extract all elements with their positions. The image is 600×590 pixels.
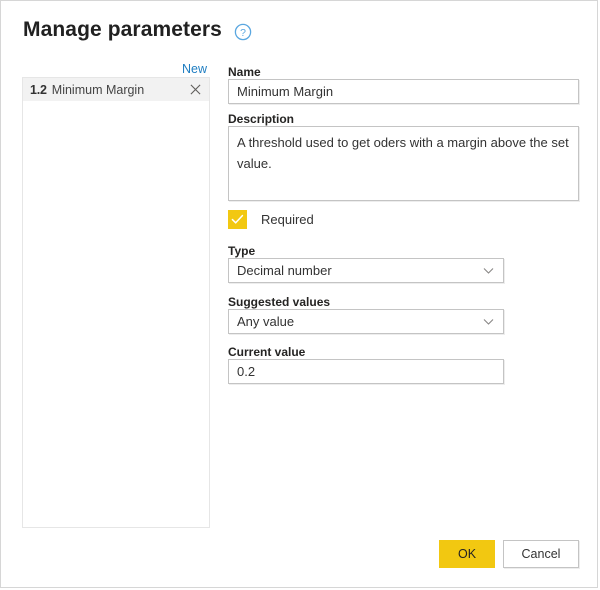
dialog-header: Manage parameters ?	[23, 17, 252, 43]
parameter-list[interactable]: 1.2 Minimum Margin	[22, 77, 210, 528]
checkmark-icon	[231, 214, 244, 224]
current-value-input[interactable]	[228, 359, 504, 384]
decimal-number-type-icon: 1.2	[30, 82, 47, 97]
manage-parameters-dialog: Manage parameters ? New 1.2 Minimum Marg…	[0, 0, 598, 588]
name-label: Name	[228, 65, 261, 79]
list-item[interactable]: 1.2 Minimum Margin	[23, 78, 209, 101]
list-item-label: Minimum Margin	[51, 82, 145, 97]
page-title: Manage parameters	[23, 18, 222, 41]
description-textarea[interactable]	[228, 126, 579, 201]
required-label: Required	[261, 212, 314, 227]
suggested-values-label: Suggested values	[228, 295, 331, 309]
ok-button[interactable]: OK	[439, 540, 495, 568]
chevron-down-icon	[483, 319, 494, 325]
current-value-label: Current value	[228, 345, 306, 359]
suggested-values-dropdown-value: Any value	[237, 314, 295, 329]
suggested-values-dropdown[interactable]: Any value	[228, 309, 504, 334]
type-label: Type	[228, 244, 256, 258]
required-checkbox-row[interactable]: Required	[228, 210, 314, 229]
new-parameter-link[interactable]: New	[182, 62, 207, 76]
svg-text:?: ?	[240, 26, 246, 38]
close-icon[interactable]	[190, 84, 201, 95]
help-circle-icon[interactable]: ?	[234, 23, 252, 41]
required-checkbox[interactable]	[228, 210, 247, 229]
chevron-down-icon	[483, 268, 494, 274]
cancel-button[interactable]: Cancel	[503, 540, 579, 568]
type-dropdown-value: Decimal number	[237, 263, 332, 278]
type-dropdown[interactable]: Decimal number	[228, 258, 504, 283]
description-label: Description	[228, 112, 295, 126]
name-input[interactable]	[228, 79, 579, 104]
